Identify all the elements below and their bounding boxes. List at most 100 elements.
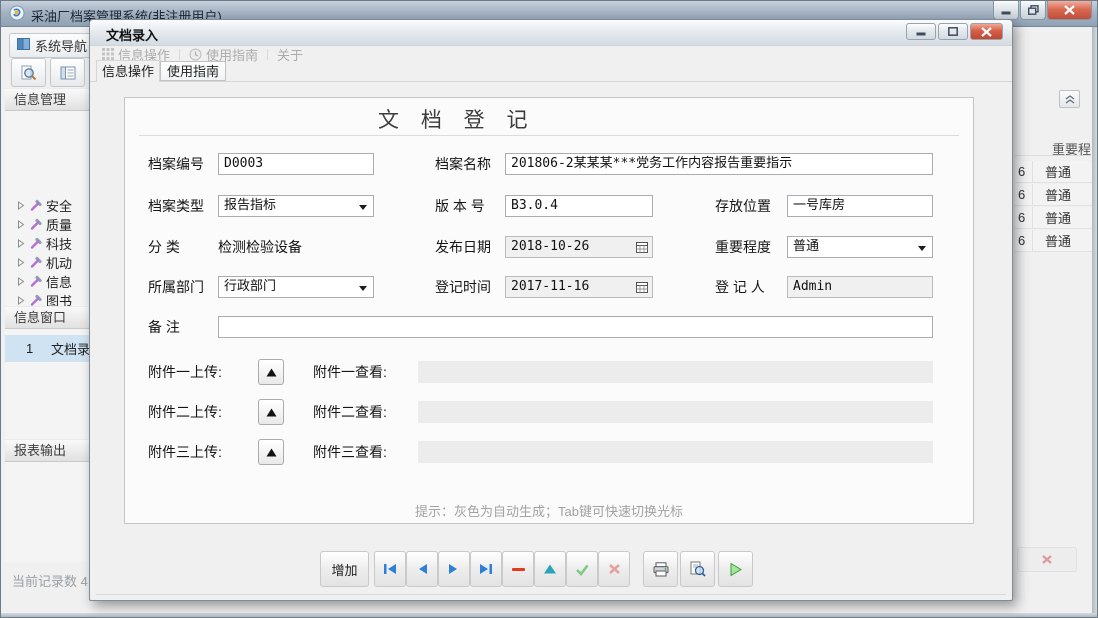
double-chevron-up-icon <box>1065 94 1074 103</box>
tool-icon <box>30 294 42 306</box>
post-record-button[interactable] <box>566 551 598 587</box>
dialog-minimize-button[interactable] <box>906 23 936 40</box>
label-publish-date: 发布日期 <box>435 239 491 255</box>
table-row[interactable]: 6 普通 <box>1015 230 1093 252</box>
attachment1-upload-button[interactable] <box>258 359 284 385</box>
register-time-picker[interactable]: 2017-11-16 <box>505 276 653 298</box>
menu-item-about[interactable]: 关于 <box>277 45 303 64</box>
table-row[interactable]: 6 普通 <box>1015 184 1093 206</box>
first-record-button[interactable] <box>374 551 406 587</box>
run-button[interactable] <box>718 551 753 587</box>
add-record-button[interactable]: 增加 <box>320 551 369 587</box>
table-row[interactable]: 6 普通 <box>1015 207 1093 229</box>
expand-arrow-icon <box>18 219 25 229</box>
minimize-icon <box>916 32 926 36</box>
main-minimize-button[interactable] <box>993 1 1019 20</box>
close-icon <box>1064 5 1075 15</box>
window-frame-right <box>1092 27 1097 617</box>
prior-record-button[interactable] <box>406 551 438 587</box>
tab-info-operation[interactable]: 信息操作 <box>96 60 160 82</box>
archive-name-input[interactable]: 201806-2某某某***党务工作内容报告重要指示 <box>505 153 933 175</box>
last-record-icon <box>480 564 492 574</box>
play-icon <box>730 562 742 576</box>
list-view-button[interactable] <box>50 58 85 87</box>
label-attachment1-view: 附件一查看: <box>313 364 387 380</box>
maximize-icon <box>948 27 958 36</box>
table-row[interactable]: 6 普通 <box>1015 161 1093 183</box>
expand-arrow-icon <box>18 295 25 305</box>
label-importance: 重要程度 <box>715 239 771 255</box>
chevron-down-icon <box>918 246 926 251</box>
background-cancel-button[interactable] <box>1017 547 1077 572</box>
label-archive-name: 档案名称 <box>435 156 491 172</box>
tab-user-guide[interactable]: 使用指南 <box>160 61 226 81</box>
attachment2-view-field <box>418 401 933 423</box>
cancel-record-button[interactable] <box>598 551 630 587</box>
registrant-field[interactable]: Admin <box>787 276 933 298</box>
print-preview-button[interactable] <box>680 551 715 587</box>
tool-icon <box>30 218 42 230</box>
nav-tab-label: 系统导航 <box>35 39 88 54</box>
minimize-icon <box>1001 11 1011 14</box>
label-version: 版 本 号 <box>435 198 485 214</box>
dialog-title: 文档录入 <box>106 28 159 43</box>
edit-record-button[interactable] <box>534 551 566 587</box>
label-archive-type: 档案类型 <box>148 198 204 214</box>
collapse-panel-button[interactable] <box>1059 90 1080 108</box>
main-restore-button[interactable] <box>1020 1 1046 20</box>
expand-arrow-icon <box>18 257 25 267</box>
version-input[interactable]: B3.0.4 <box>505 195 653 217</box>
calendar-icon[interactable] <box>636 281 648 297</box>
print-preview-icon <box>690 561 706 577</box>
attachment2-upload-button[interactable] <box>258 399 284 425</box>
tool-icon <box>30 199 42 211</box>
location-input[interactable]: 一号库房 <box>787 195 933 217</box>
category-value: 检测检验设备 <box>218 239 302 255</box>
menu-separator <box>267 48 269 60</box>
title-divider <box>139 135 959 136</box>
publish-date-picker[interactable]: 2018-10-26 <box>505 236 653 258</box>
status-record-count: 当前记录数 4 <box>12 574 88 589</box>
attachment3-upload-button[interactable] <box>258 439 284 465</box>
main-close-button[interactable] <box>1047 1 1092 20</box>
attachment3-view-field <box>418 441 933 463</box>
delete-record-button[interactable] <box>502 551 534 587</box>
app-root: 采油厂档案管理系统(非注册用户) 系统导航 信息管理 安全 质量 科技 机动 信… <box>0 0 1098 618</box>
close-icon <box>981 26 992 37</box>
calendar-icon[interactable] <box>636 241 648 257</box>
window-frame-bottom <box>1 613 1097 617</box>
label-attachment3-upload: 附件三上传: <box>148 444 222 460</box>
upload-triangle-icon <box>266 448 276 456</box>
app-logo-icon <box>9 5 25 26</box>
prior-record-icon <box>419 564 427 574</box>
search-document-icon <box>21 65 37 80</box>
cancel-x-icon <box>608 564 620 574</box>
column-header-importance: 重要程 <box>1015 139 1091 157</box>
label-department: 所属部门 <box>148 279 204 295</box>
label-category: 分 类 <box>148 239 180 255</box>
form-hint: 提示：灰色为自动生成；Tab键可快速切换光标 <box>415 504 683 519</box>
dialog-titlebar <box>90 20 1012 46</box>
importance-select[interactable]: 普通 <box>787 236 933 258</box>
dialog-maximize-button[interactable] <box>938 23 968 40</box>
department-select[interactable]: 行政部门 <box>218 276 374 298</box>
dialog-close-button[interactable] <box>970 23 1003 40</box>
archive-type-select[interactable]: 报告指标 <box>218 195 374 217</box>
printer-icon <box>653 561 668 576</box>
search-document-button[interactable] <box>11 58 46 87</box>
remark-input[interactable] <box>218 316 933 338</box>
tool-icon <box>30 256 42 268</box>
clock-icon <box>189 48 202 60</box>
chevron-down-icon <box>359 205 367 210</box>
label-archive-no: 档案编号 <box>148 156 204 172</box>
system-nav-tab[interactable]: 系统导航 <box>9 33 93 58</box>
last-record-button[interactable] <box>470 551 502 587</box>
document-entry-dialog: 文档录入 信息操作 使用指南 关于 信息操作 使用指南 文 档 登 记 档案编号… <box>89 19 1013 601</box>
archive-no-input[interactable]: D0003 <box>218 153 374 175</box>
next-record-button[interactable] <box>438 551 470 587</box>
delete-minus-icon <box>511 567 525 571</box>
print-button[interactable] <box>643 551 678 587</box>
first-record-icon <box>384 564 396 574</box>
edit-triangle-icon <box>544 564 556 574</box>
upload-triangle-icon <box>266 368 276 376</box>
